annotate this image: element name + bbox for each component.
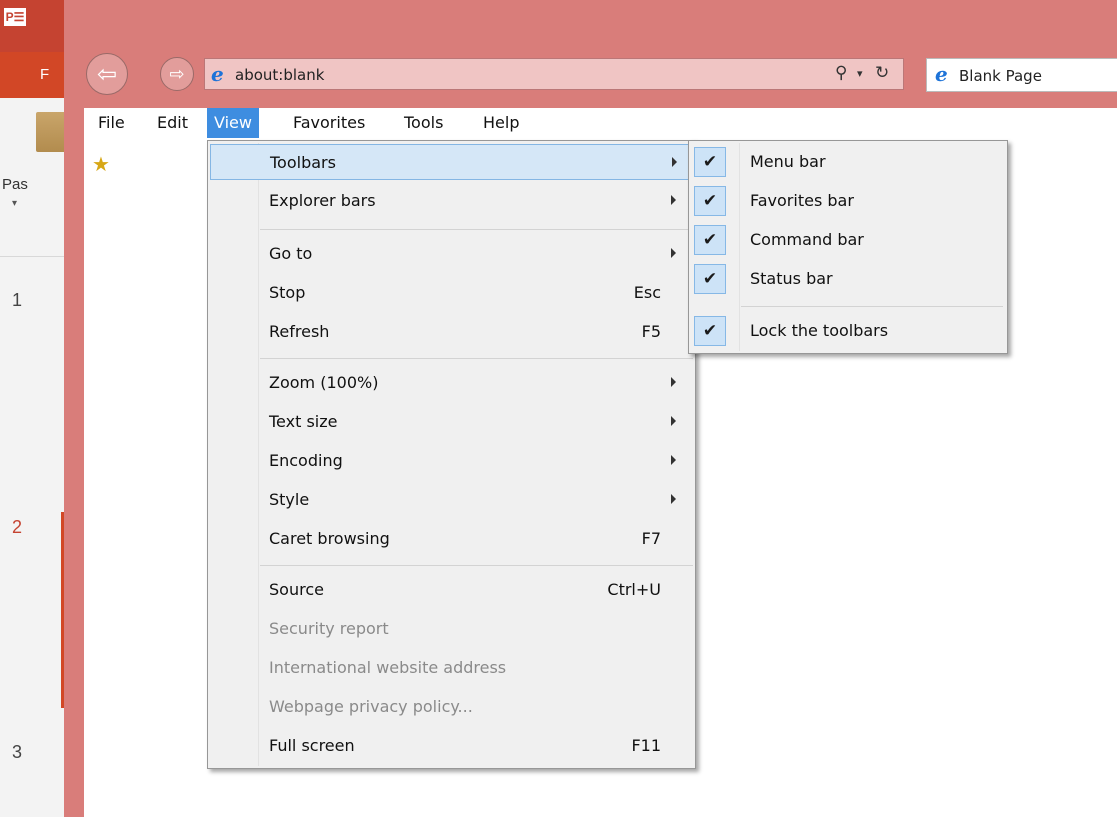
menu-item-label: Source [269,580,324,599]
menu-item-label: Refresh [269,322,330,341]
menu-separator [260,358,693,359]
submenu-item-lock-toolbars[interactable]: ✔ Lock the toolbars [691,313,1005,349]
menu-item-label: Stop [269,283,306,302]
menu-file[interactable]: File [91,108,132,138]
menu-item-label: Toolbars [270,153,336,172]
submenu-arrow-icon [671,195,676,205]
menu-item-refresh[interactable]: Refresh F5 [210,314,693,350]
menu-item-caret-browsing[interactable]: Caret browsing F7 [210,521,693,557]
powerpoint-window: P☰ F Pas ▾ 1 2 3 [0,0,70,817]
menu-separator [260,229,693,230]
menu-item-label: Go to [269,244,313,263]
powerpoint-titlebar: P☰ [0,0,70,52]
menu-item-webpage-privacy-policy: Webpage privacy policy... [210,689,693,725]
submenu-item-status-bar[interactable]: ✔ Status bar [691,261,1005,297]
submenu-item-label: Lock the toolbars [750,321,889,340]
menu-help[interactable]: Help [476,108,526,138]
checkmark-icon: ✔ [694,316,726,346]
ie-logo-icon: e [211,62,224,86]
search-icon[interactable]: ⚲ [835,63,847,83]
menu-item-label: Text size [269,412,338,431]
submenu-arrow-icon [671,494,676,504]
powerpoint-logo-icon: P☰ [4,8,26,26]
chevron-down-icon[interactable]: ▾ [857,67,863,80]
menu-edit[interactable]: Edit [150,108,195,138]
menu-item-full-screen[interactable]: Full screen F11 [210,728,693,764]
shortcut-label: F7 [641,529,661,548]
menu-item-toolbars[interactable]: Toolbars [210,144,693,180]
menu-item-source[interactable]: Source Ctrl+U [210,572,693,608]
menu-tools[interactable]: Tools [397,108,450,138]
shortcut-label: F5 [641,322,661,341]
slide-number-2[interactable]: 2 [12,517,22,538]
menu-item-label: Caret browsing [269,529,390,548]
menu-item-stop[interactable]: Stop Esc [210,275,693,311]
menu-item-style[interactable]: Style [210,482,693,518]
ribbon-file-tab-label: F [40,66,50,83]
menu-item-label: International website address [269,658,507,677]
add-favorites-star-icon[interactable]: ★ [92,152,110,176]
paste-dropdown-icon[interactable]: ▾ [12,198,17,209]
submenu-item-menu-bar[interactable]: ✔ Menu bar [691,144,1005,180]
menu-item-label: Encoding [269,451,343,470]
menu-item-explorer-bars[interactable]: Explorer bars [210,183,693,219]
view-menu: Toolbars Explorer bars Go to Stop Esc Re… [207,140,696,769]
checkmark-icon: ✔ [694,186,726,216]
address-input[interactable]: about:blank [235,66,324,84]
menu-separator [260,565,693,566]
menu-item-go-to[interactable]: Go to [210,236,693,272]
submenu-item-favorites-bar[interactable]: ✔ Favorites bar [691,183,1005,219]
checkmark-icon: ✔ [694,264,726,294]
ribbon-file-tab[interactable]: F [0,52,70,98]
shortcut-label: Esc [633,283,661,302]
menu-item-label: Full screen [269,736,355,755]
submenu-arrow-icon [671,455,676,465]
menu-item-encoding[interactable]: Encoding [210,443,693,479]
menu-item-text-size[interactable]: Text size [210,404,693,440]
menu-item-label: Explorer bars [269,191,376,210]
submenu-item-label: Status bar [750,269,833,288]
back-arrow-icon: ⇦ [96,60,118,88]
shortcut-label: F11 [631,736,661,755]
tab-ie-icon: e [935,62,948,86]
forward-button[interactable]: ⇨ [160,57,194,91]
refresh-icon[interactable]: ↻ [875,63,889,83]
menu-item-international-website-address: International website address [210,650,693,686]
slide-number-1[interactable]: 1 [12,290,22,311]
menu-item-label: Webpage privacy policy... [269,697,473,716]
ribbon: Pas ▾ [0,98,70,257]
submenu-separator [741,306,1003,307]
submenu-arrow-icon [671,416,676,426]
tab-title: Blank Page [959,67,1042,85]
toolbars-submenu: ✔ Menu bar ✔ Favorites bar ✔ Command bar… [688,140,1008,354]
back-button[interactable]: ⇦ [86,53,128,95]
paste-label[interactable]: Pas [2,176,28,193]
checkmark-icon: ✔ [694,147,726,177]
paste-icon[interactable] [36,112,66,152]
menu-item-label: Style [269,490,310,509]
menu-item-security-report: Security report [210,611,693,647]
submenu-arrow-icon [671,248,676,258]
address-bar[interactable]: e about:blank ⚲ ▾ ↻ [204,58,904,90]
submenu-arrow-icon [672,157,677,167]
menu-favorites[interactable]: Favorites [286,108,372,138]
submenu-item-command-bar[interactable]: ✔ Command bar [691,222,1005,258]
forward-arrow-icon: ⇨ [169,63,185,85]
tab-blank-page[interactable]: e Blank Page [926,58,1117,92]
menu-item-label: Zoom (100%) [269,373,379,392]
shortcut-label: Ctrl+U [607,580,661,599]
submenu-item-label: Favorites bar [750,191,854,210]
submenu-arrow-icon [671,377,676,387]
submenu-item-label: Menu bar [750,152,826,171]
menu-view[interactable]: View [207,108,259,138]
menu-item-zoom[interactable]: Zoom (100%) [210,365,693,401]
menu-item-label: Security report [269,619,389,638]
checkmark-icon: ✔ [694,225,726,255]
submenu-item-label: Command bar [750,230,864,249]
slide-number-3[interactable]: 3 [12,742,22,763]
